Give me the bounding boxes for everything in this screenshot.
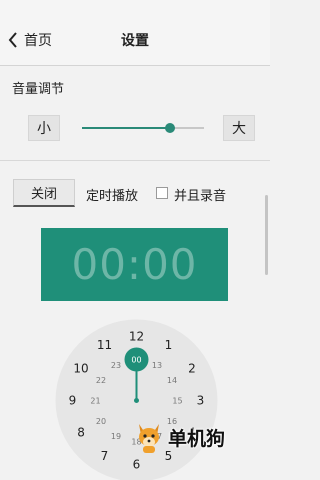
settings-screen: 首页 设置 音量调节 小 大 关闭 定时播放 并且录音 00:00 12 1 2 3 4… [0, 0, 270, 480]
clock-hour-inner[interactable]: 13 [152, 361, 162, 370]
volume-down-label: 小 [37, 121, 51, 137]
scrollbar[interactable] [265, 195, 268, 275]
close-button[interactable]: 关闭 [13, 179, 75, 207]
clock-hour-inner[interactable]: 23 [111, 361, 121, 370]
time-display: 00:00 [41, 228, 228, 301]
record-label: 并且录音 [174, 189, 227, 204]
clock-selected-label[interactable]: 00 [131, 356, 141, 365]
clock-hour-inner[interactable]: 22 [96, 376, 106, 385]
watermark-text: 单机狗 [168, 427, 226, 450]
top-bar: 首页 设置 [0, 0, 270, 66]
volume-label: 音量调节 [12, 82, 65, 97]
volume-down-button[interactable]: 小 [28, 115, 60, 141]
section-divider [0, 160, 270, 161]
clock-hour-outer[interactable]: 11 [97, 338, 112, 352]
clock-hour-inner[interactable]: 20 [96, 417, 106, 426]
slider-fill [82, 127, 170, 129]
clock-hour-outer[interactable]: 8 [77, 426, 85, 440]
slider-thumb[interactable] [164, 123, 175, 133]
time-display-value: 00:00 [71, 240, 198, 289]
clock-hour-outer[interactable]: 10 [73, 362, 88, 376]
volume-up-button[interactable]: 大 [223, 115, 255, 141]
clock-hour-inner[interactable]: 15 [172, 397, 182, 406]
clock-hour-inner[interactable]: 14 [167, 376, 177, 385]
clock-hour-outer[interactable]: 1 [165, 338, 173, 352]
close-label: 关闭 [30, 187, 57, 202]
watermark-logo: 单机狗 [134, 418, 246, 456]
clock-hour-outer[interactable]: 3 [197, 394, 205, 408]
clock-hour-outer[interactable]: 2 [188, 362, 196, 376]
clock-hour-inner[interactable]: 19 [111, 432, 121, 441]
dog-mascot-icon [139, 424, 159, 453]
clock-hour-outer[interactable]: 9 [69, 394, 77, 408]
timer-label: 定时播放 [86, 189, 139, 204]
clock-hour-inner[interactable]: 21 [90, 397, 100, 406]
clock-center-dot [134, 398, 139, 403]
volume-slider[interactable] [82, 118, 204, 138]
volume-up-label: 大 [232, 121, 246, 137]
page-title: 设置 [121, 33, 149, 49]
clock-hour-outer[interactable]: 6 [133, 458, 141, 472]
clock-hour-outer[interactable]: 12 [129, 330, 144, 344]
clock-hour-outer[interactable]: 7 [101, 449, 109, 463]
record-checkbox[interactable] [156, 187, 168, 199]
